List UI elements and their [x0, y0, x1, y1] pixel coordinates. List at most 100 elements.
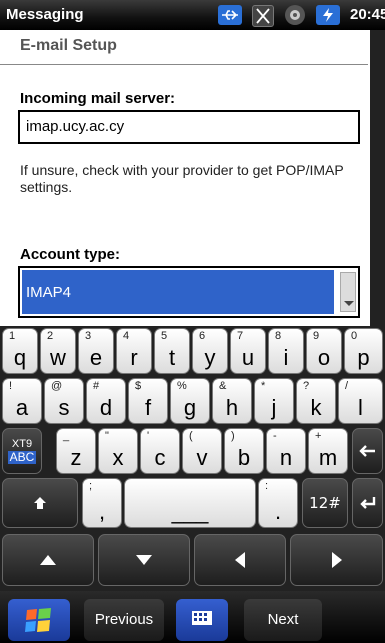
- softkey-bar: Previous Next: [0, 591, 385, 643]
- key-label: f: [144, 395, 152, 420]
- key-p[interactable]: 0p: [344, 328, 383, 374]
- space-key[interactable]: ___: [124, 478, 256, 528]
- key-alt-label: &: [219, 380, 227, 392]
- key-m[interactable]: + m: [308, 428, 348, 474]
- input-panel-button[interactable]: [176, 599, 228, 641]
- arrow-down-icon: [99, 554, 189, 566]
- key-i[interactable]: 8i: [268, 328, 304, 374]
- battery-charging-icon[interactable]: [316, 5, 340, 25]
- key-alt-label: *: [261, 380, 266, 392]
- key-y[interactable]: 6y: [192, 328, 228, 374]
- key-label: y: [204, 345, 216, 370]
- speaker-icon[interactable]: [285, 5, 305, 25]
- enter-icon: [353, 496, 382, 510]
- key-u[interactable]: 7u: [230, 328, 266, 374]
- key-alt-label: (: [189, 430, 193, 442]
- key-j[interactable]: * j: [254, 378, 294, 424]
- key-d[interactable]: # d: [86, 378, 126, 424]
- key-alt-label: 0: [351, 330, 358, 342]
- key-label: s: [58, 395, 70, 420]
- key-alt-label: 9: [313, 330, 320, 342]
- key-label: g: [183, 395, 197, 420]
- key-g[interactable]: % g: [170, 378, 210, 424]
- account-type-value[interactable]: IMAP4: [22, 270, 334, 314]
- key-label: v: [196, 445, 208, 470]
- dropdown-arrow-icon[interactable]: [340, 272, 356, 312]
- key-alt-label: $: [135, 380, 142, 392]
- previous-softkey[interactable]: Previous: [84, 599, 164, 641]
- incoming-server-input[interactable]: imap.ucy.ac.cy: [18, 110, 360, 144]
- account-type-select[interactable]: IMAP4: [18, 266, 360, 318]
- arrow-left-key[interactable]: [194, 534, 286, 586]
- key-label: x: [112, 445, 124, 470]
- key-alt-label: 4: [123, 330, 130, 342]
- backspace-key[interactable]: [352, 428, 383, 474]
- key-w[interactable]: 2w: [40, 328, 76, 374]
- key-alt-label: 3: [85, 330, 92, 342]
- space-glyph: ___: [171, 499, 209, 524]
- shift-arrow-icon: [3, 495, 77, 511]
- key-s[interactable]: @ s: [44, 378, 84, 424]
- app-title[interactable]: Messaging: [6, 6, 84, 23]
- key-alt-label: ): [231, 430, 235, 442]
- key-alt-label: @: [51, 380, 63, 392]
- page-title: E-mail Setup: [20, 37, 117, 54]
- xt9-top-label: XT9: [11, 438, 33, 450]
- key-b[interactable]: ) b: [224, 428, 264, 474]
- usb-icon: [218, 5, 242, 25]
- abc-label: ABC: [7, 450, 37, 464]
- key-q[interactable]: 1q: [2, 328, 38, 374]
- key-label: w: [50, 345, 66, 370]
- key-x[interactable]: " x: [98, 428, 138, 474]
- clock[interactable]: 20:45: [350, 6, 385, 23]
- key-l[interactable]: / l: [338, 378, 383, 424]
- key-n[interactable]: -n: [266, 428, 306, 474]
- title-divider: [0, 64, 368, 65]
- arrow-up-icon: [3, 554, 93, 566]
- key-alt-label: 6: [199, 330, 206, 342]
- key-label: a: [15, 395, 29, 420]
- key-z[interactable]: _ z: [56, 428, 96, 474]
- next-softkey[interactable]: Next: [244, 599, 322, 641]
- xt9-abc-key[interactable]: XT9 ABC: [2, 428, 42, 474]
- key-e[interactable]: 3e: [78, 328, 114, 374]
- key-t[interactable]: 5t: [154, 328, 190, 374]
- numsym-label: 12#: [309, 494, 341, 512]
- key-label: m: [318, 445, 338, 470]
- start-button[interactable]: [8, 599, 70, 641]
- numsym-key[interactable]: 12#: [302, 478, 348, 528]
- key-alt-label: 5: [161, 330, 168, 342]
- key-h[interactable]: & h: [212, 378, 252, 424]
- key-v[interactable]: (v: [182, 428, 222, 474]
- on-screen-keyboard: 1q 2w 3e 4r 5t 6y 7u 8i 9o 0p ! a @ s # d $…: [0, 326, 385, 591]
- key-alt-label: /: [345, 380, 349, 392]
- key-label: j: [271, 395, 277, 420]
- key-label: d: [99, 395, 113, 420]
- period-key[interactable]: :.: [258, 478, 298, 528]
- key-label: t: [168, 345, 176, 370]
- arrow-down-key[interactable]: [98, 534, 190, 586]
- key-r[interactable]: 4r: [116, 328, 152, 374]
- key-label: u: [241, 345, 255, 370]
- arrow-up-key[interactable]: [2, 534, 94, 586]
- enter-key[interactable]: [352, 478, 383, 528]
- scrollbar[interactable]: [370, 30, 385, 326]
- key-label: o: [317, 345, 331, 370]
- comma-key[interactable]: ;,: [82, 478, 122, 528]
- key-label: r: [130, 345, 138, 370]
- email-setup-page: E-mail Setup Incoming mail server: imap.…: [0, 30, 385, 326]
- key-c[interactable]: ' c: [140, 428, 180, 474]
- key-k[interactable]: ? k: [296, 378, 336, 424]
- key-label: z: [70, 445, 82, 470]
- xt9-label: XT9 ABC: [3, 438, 41, 465]
- key-o[interactable]: 9o: [306, 328, 342, 374]
- key-alt-label: :: [265, 480, 269, 492]
- shift-key[interactable]: [2, 478, 78, 528]
- key-label: l: [358, 395, 363, 420]
- key-alt-label: 8: [275, 330, 282, 342]
- key-a[interactable]: ! a: [2, 378, 42, 424]
- arrow-right-key[interactable]: [290, 534, 383, 586]
- key-alt-label: 7: [237, 330, 244, 342]
- key-f[interactable]: $ f: [128, 378, 168, 424]
- key-alt-label: %: [177, 380, 187, 392]
